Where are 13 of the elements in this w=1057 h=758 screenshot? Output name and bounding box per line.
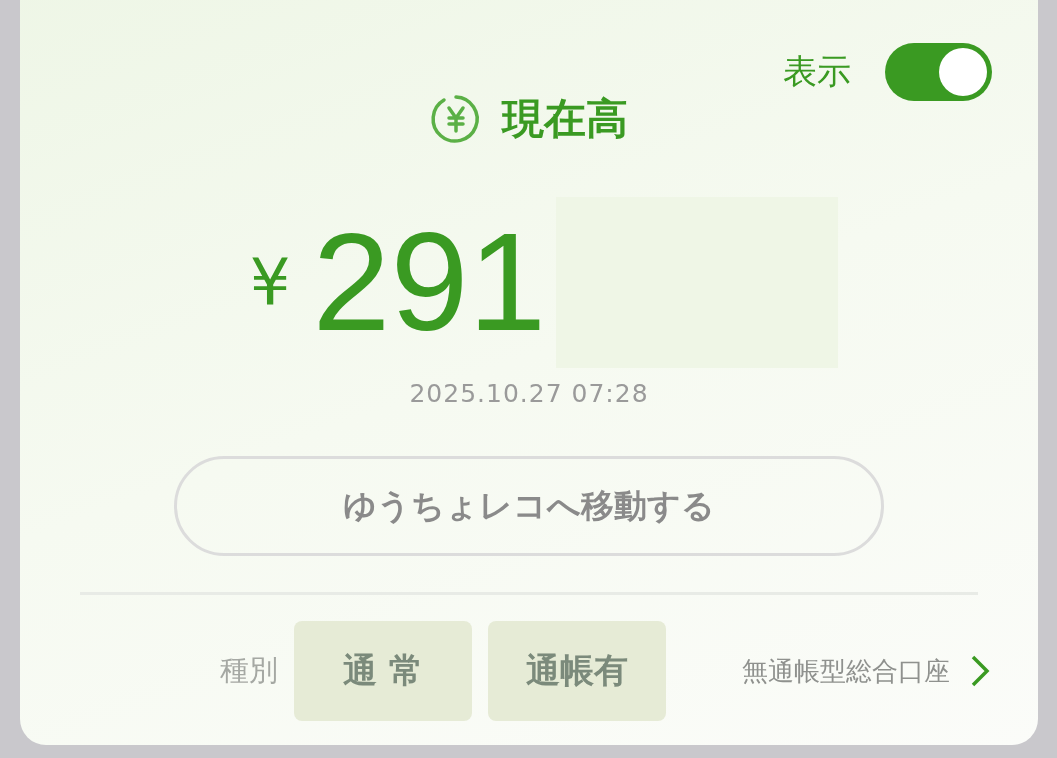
currency-symbol: ¥: [249, 245, 291, 319]
balance-amount: 291: [312, 212, 547, 352]
account-tag: 通 常: [294, 621, 472, 721]
timestamp: 2025.10.27 07:28: [409, 379, 649, 408]
display-toggle[interactable]: [885, 43, 992, 101]
toggle-label: 表示: [783, 50, 851, 93]
yucho-reco-button[interactable]: ゆうちょレコへ移動する: [174, 456, 884, 556]
chevron-right-icon[interactable]: [970, 654, 990, 688]
account-type-link[interactable]: 無通帳型総合口座: [742, 653, 950, 689]
balance-title: 現在高: [502, 93, 628, 145]
type-label: 種別: [220, 652, 278, 689]
account-tag: 通帳有: [488, 621, 666, 721]
yen-icon: [430, 93, 482, 145]
